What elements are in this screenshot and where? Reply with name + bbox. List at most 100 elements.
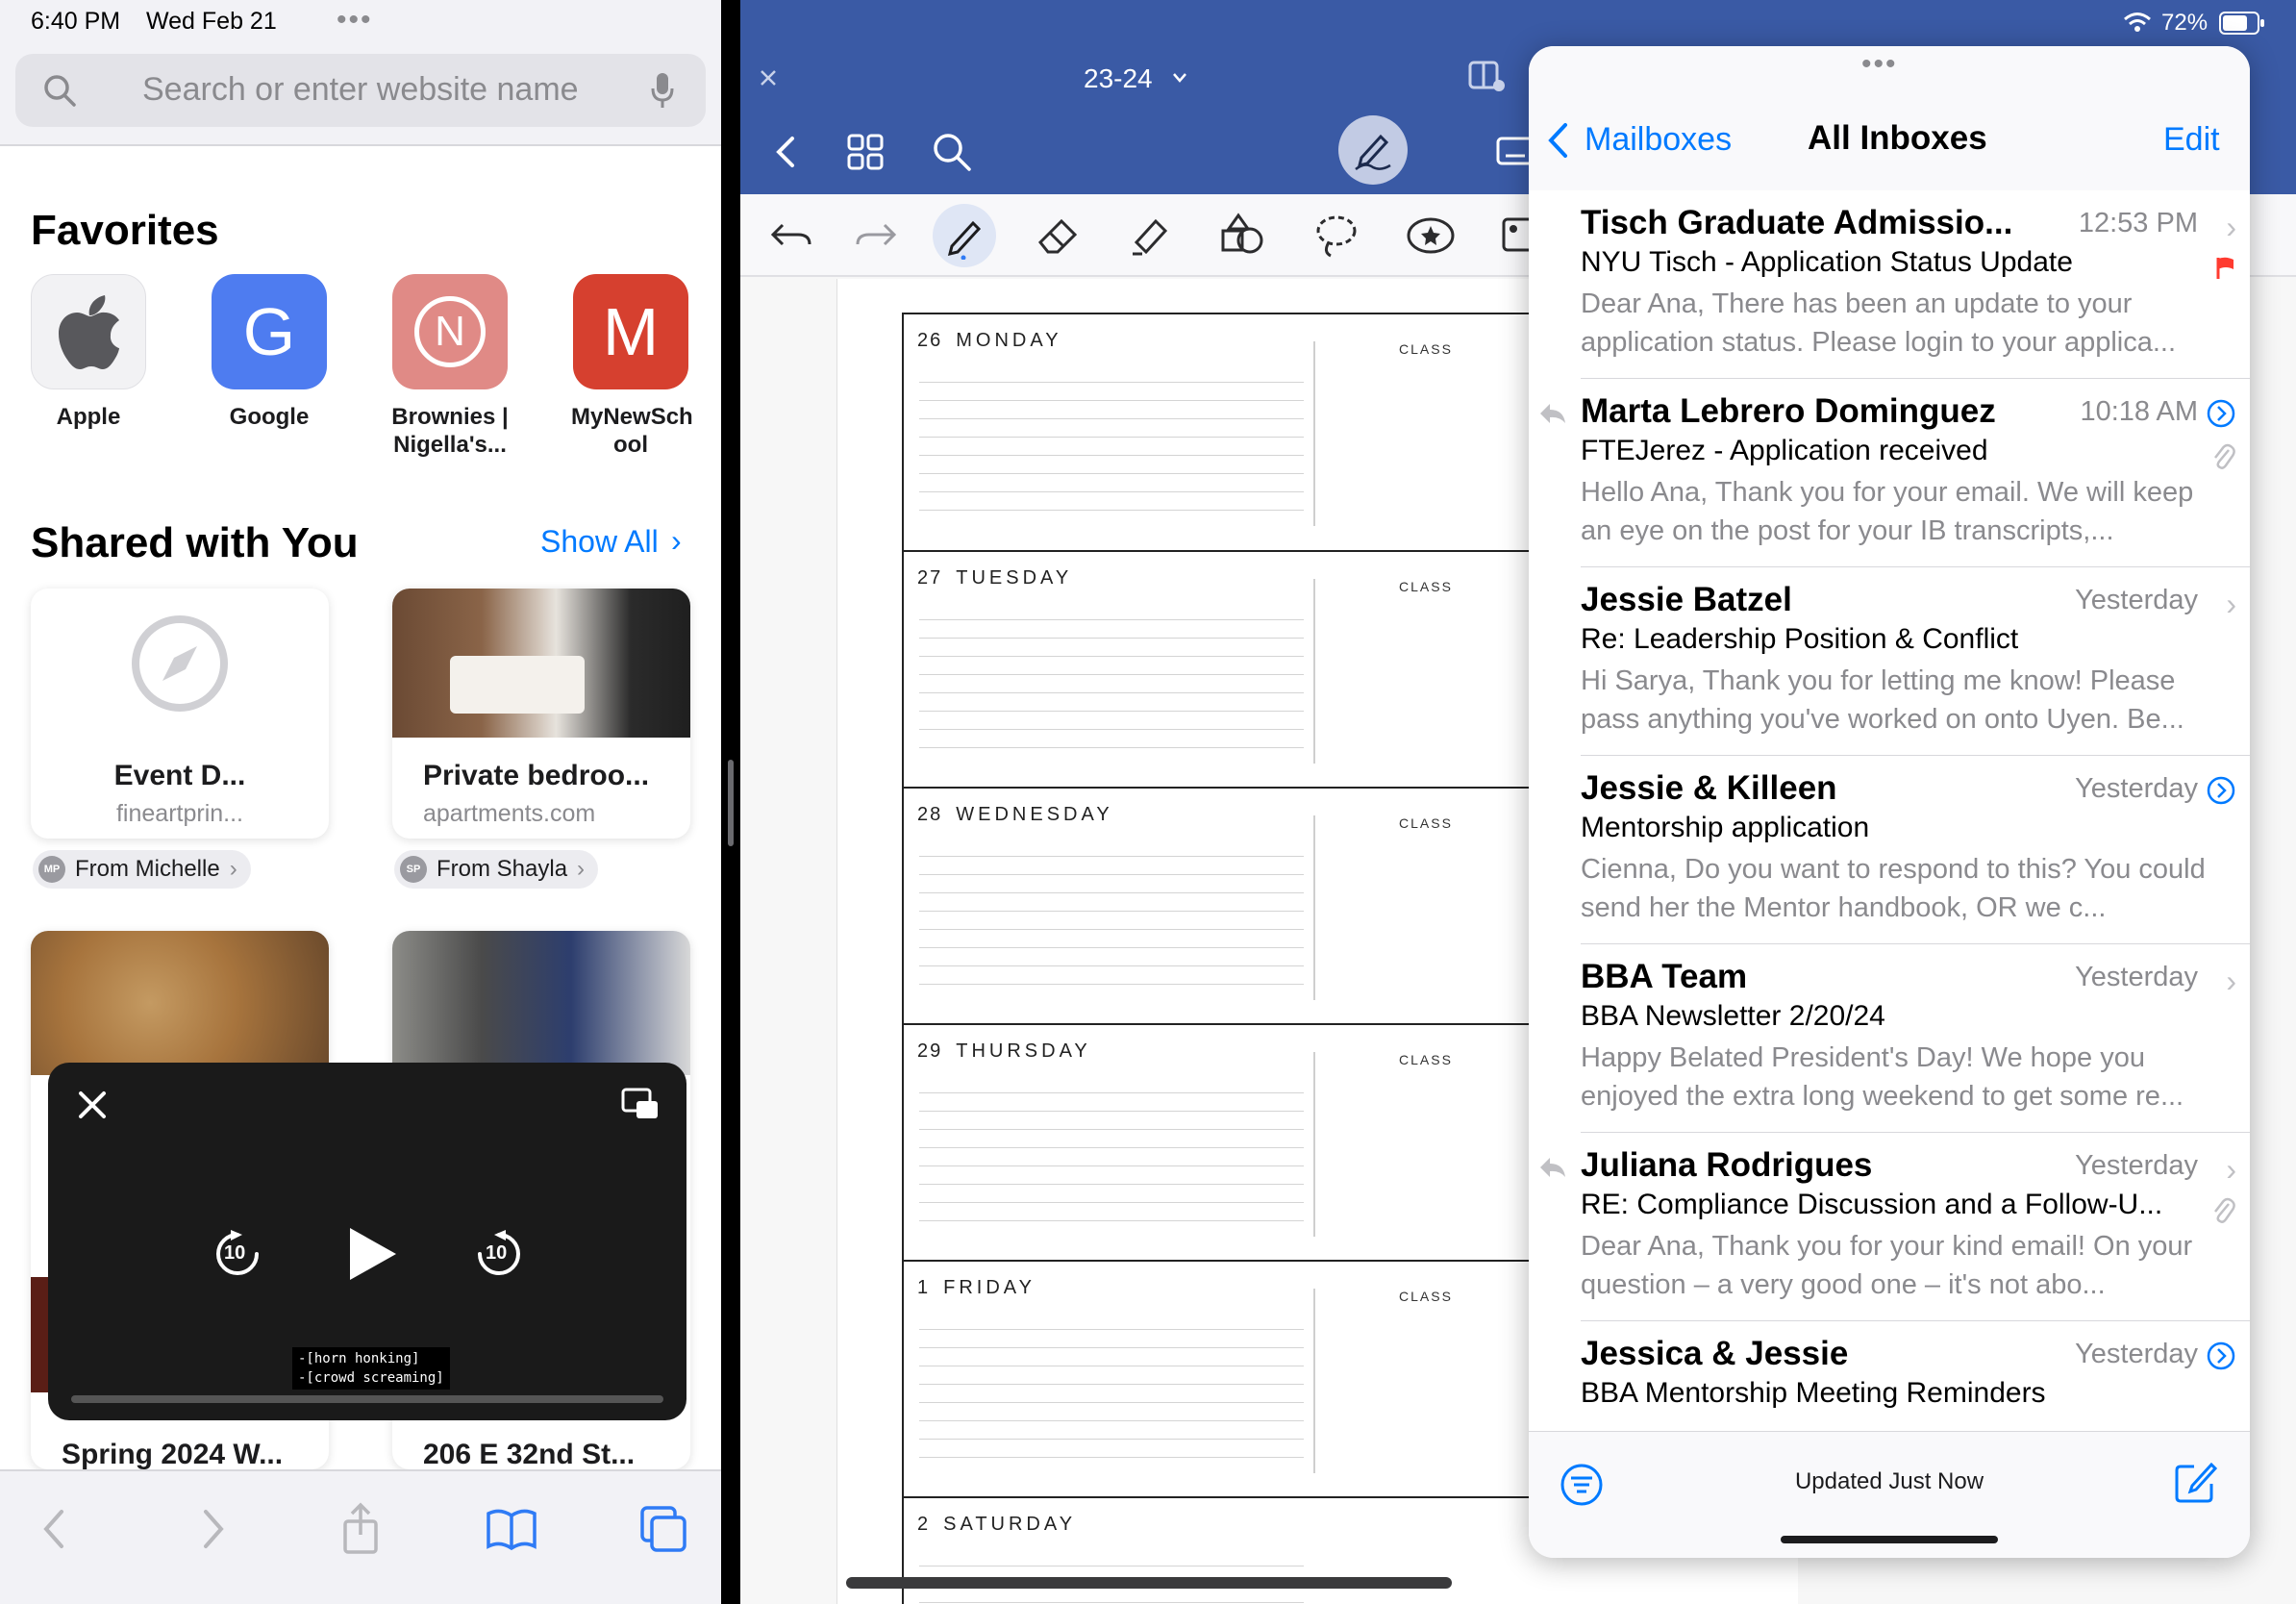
horizontal-scrollbar[interactable] <box>846 1577 1452 1589</box>
shapes-icon[interactable] <box>1219 212 1267 260</box>
redo-icon[interactable] <box>854 215 898 254</box>
forward-icon[interactable] <box>183 1500 240 1558</box>
message-subject: FTEJerez - Application received <box>1581 435 1988 466</box>
tabs-icon[interactable] <box>635 1500 692 1558</box>
column-divider <box>1313 579 1315 764</box>
multitask-dots-icon[interactable]: ••• <box>337 4 373 37</box>
bookmarks-icon[interactable] <box>483 1500 540 1558</box>
image-icon[interactable] <box>1502 217 1531 254</box>
favorite-label: MyNewSch ool <box>571 404 693 458</box>
grid-view-icon[interactable] <box>846 133 885 171</box>
message-sender: Jessie & Killeen <box>1581 769 1837 807</box>
message-sender: Tisch Graduate Admissio... <box>1581 204 2013 241</box>
shared-card-bedroom[interactable]: Private bedroo... apartments.com <box>392 589 690 839</box>
from-michelle-pill[interactable]: MP From Michelle › <box>33 850 251 889</box>
thread-chevron-icon[interactable] <box>2206 398 2236 429</box>
favorite-mynewschool[interactable]: M MyNewSch ool <box>571 274 693 459</box>
shared-card-event[interactable]: Event D... fineartprin... <box>31 589 329 839</box>
chevron-down-icon[interactable] <box>1171 71 1188 85</box>
column-divider <box>1313 1052 1315 1237</box>
day-label: 27 TUESDAY <box>917 567 1072 589</box>
skip-forward-10-button[interactable]: 10 <box>475 1230 523 1278</box>
day-number: 2 <box>917 1514 931 1535</box>
video-progress-bar[interactable] <box>71 1395 663 1403</box>
mail-message-row[interactable]: Marta Lebrero Dominguez 10:18 AM FTEJere… <box>1540 379 2250 567</box>
card-domain: apartments.com <box>423 800 596 827</box>
mail-message-row[interactable]: Jessie & Killeen Yesterday Mentorship ap… <box>1581 756 2250 944</box>
back-chevron-icon[interactable] <box>1546 121 1569 160</box>
attachment-icon <box>2214 1197 2235 1223</box>
favorite-apple[interactable]: Apple <box>29 274 148 431</box>
message-subject: NYU Tisch - Application Status Update <box>1581 246 2073 278</box>
mail-message-row[interactable]: Tisch Graduate Admissio... 12:53 PM › NY… <box>1581 190 2250 379</box>
class-label: CLASS <box>1399 341 1453 357</box>
highlighter-icon[interactable] <box>1127 213 1173 258</box>
column-divider <box>1313 815 1315 1000</box>
message-subject: Re: Leadership Position & Conflict <box>1581 623 2019 655</box>
caption-line: -[horn honking] <box>298 1351 420 1366</box>
edit-button[interactable]: Edit <box>2163 121 2220 159</box>
mail-message-row[interactable]: Jessie Batzel Yesterday › Re: Leadership… <box>1581 567 2250 756</box>
from-label: From Michelle <box>75 856 220 882</box>
sidebar-toggle-icon[interactable] <box>1467 60 1506 94</box>
eraser-icon[interactable] <box>1035 213 1081 258</box>
day-label: 2 SATURDAY <box>917 1514 1076 1536</box>
mailboxes-button[interactable]: Mailboxes <box>1585 121 1732 159</box>
split-view-divider[interactable] <box>721 0 740 1604</box>
picture-in-picture-player[interactable]: 10 10 -[horn honking] -[crowd screaming] <box>48 1063 686 1420</box>
message-sender: Jessica & Jessie <box>1581 1335 1849 1372</box>
mail-header: ••• Mailboxes All Inboxes Edit <box>1529 46 2250 190</box>
thread-chevron-icon[interactable] <box>2206 775 2236 806</box>
day-number: 26 <box>917 330 943 351</box>
day-number: 29 <box>917 1040 943 1062</box>
bedroom-thumbnail <box>392 589 690 738</box>
divider-handle[interactable] <box>728 760 734 846</box>
home-indicator[interactable] <box>1781 1536 1998 1543</box>
favorite-google[interactable]: G Google <box>210 274 329 431</box>
search-input[interactable]: Search or enter website name <box>142 71 579 109</box>
pen-tool-button[interactable] <box>933 204 996 267</box>
compose-icon[interactable] <box>2173 1459 2219 1505</box>
mail-slide-over: ••• Mailboxes All Inboxes Edit Tisch Gra… <box>1529 46 2250 1558</box>
mail-message-row[interactable]: Juliana Rodrigues Yesterday › RE: Compli… <box>1540 1133 2250 1321</box>
share-icon[interactable] <box>332 1500 389 1558</box>
multitask-dots-icon[interactable]: ••• <box>1861 48 1898 81</box>
class-label: CLASS <box>1399 579 1453 594</box>
class-label: CLASS <box>1399 1289 1453 1304</box>
pip-restore-icon[interactable] <box>621 1088 660 1120</box>
skip-back-seconds: 10 <box>224 1242 246 1264</box>
day-name: WEDNESDAY <box>956 804 1113 825</box>
mail-update-status: Updated Just Now <box>1794 1468 1984 1494</box>
lasso-icon[interactable] <box>1313 212 1360 260</box>
shared-with-you-title: Shared with You <box>31 519 359 566</box>
back-icon[interactable] <box>773 135 798 169</box>
google-letter-icon: G <box>212 274 327 389</box>
show-all-link[interactable]: Show All <box>540 524 659 560</box>
day-name: SATURDAY <box>943 1514 1077 1535</box>
sticker-icon[interactable] <box>1406 215 1456 256</box>
search-bar[interactable]: Search or enter website name <box>15 54 706 127</box>
day-label: 28 WEDNESDAY <box>917 804 1113 826</box>
skip-back-10-button[interactable]: 10 <box>213 1230 262 1278</box>
pen-scribble-icon <box>1355 134 1391 170</box>
class-label: CLASS <box>1399 1052 1453 1067</box>
document-title[interactable]: 23-24 <box>1084 63 1153 94</box>
microphone-icon[interactable] <box>650 71 675 110</box>
message-preview: Hello Ana, Thank you for your email. We … <box>1581 477 2194 546</box>
day-number: 28 <box>917 804 943 825</box>
back-icon[interactable] <box>27 1500 85 1558</box>
undo-icon[interactable] <box>769 215 813 254</box>
close-icon[interactable] <box>77 1090 108 1120</box>
mail-message-row[interactable]: BBA Team Yesterday › BBA Newsletter 2/20… <box>1581 944 2250 1133</box>
handwriting-mode-button[interactable] <box>1338 115 1408 185</box>
thread-chevron-icon[interactable] <box>2206 1341 2236 1371</box>
close-icon[interactable] <box>760 69 777 87</box>
wifi-icon <box>2124 13 2151 32</box>
play-icon[interactable] <box>346 1226 398 1282</box>
from-shayla-pill[interactable]: SP From Shayla › <box>394 850 599 889</box>
favorite-nigella[interactable]: N Brownies | Nigella's... <box>390 274 510 459</box>
message-time: Yesterday <box>2075 1150 2198 1181</box>
search-icon[interactable] <box>931 131 973 173</box>
day-label: 29 THURSDAY <box>917 1040 1091 1063</box>
message-subject: BBA Mentorship Meeting Reminders <box>1581 1377 2046 1409</box>
